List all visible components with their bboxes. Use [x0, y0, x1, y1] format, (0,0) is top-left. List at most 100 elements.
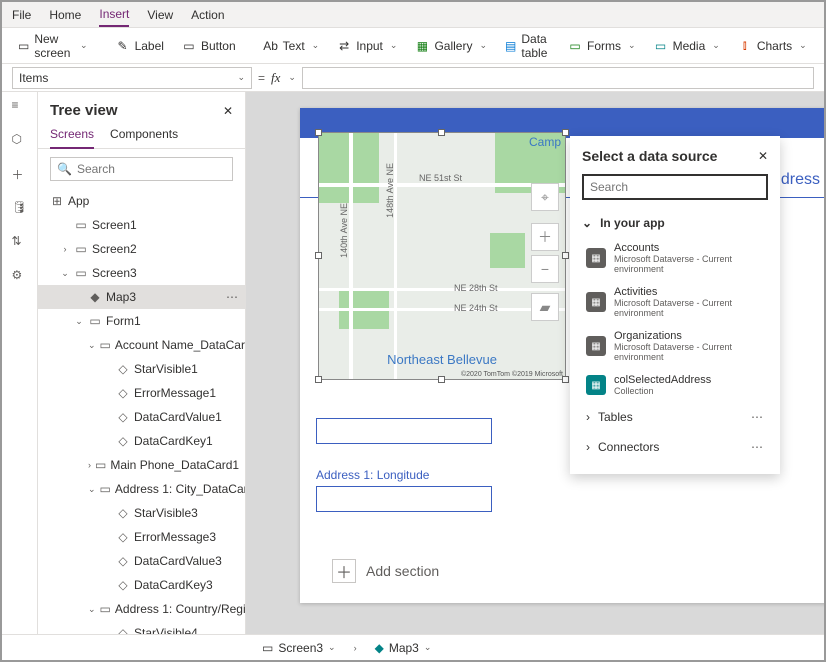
map-zoom-out[interactable]: −: [531, 255, 559, 283]
tree-node[interactable]: ›▭Screen2: [38, 237, 245, 261]
tree-node[interactable]: ◇DataCardValue1: [38, 405, 245, 429]
insert-icon[interactable]: ＋: [12, 166, 28, 182]
chevron-down-icon: ⌄: [424, 642, 432, 653]
menu-action[interactable]: Action: [191, 8, 224, 22]
tree-node[interactable]: ›▭Main Phone_DataCard1: [38, 453, 245, 477]
equals-sign: =: [258, 71, 265, 85]
tree-node-label: Account Name_DataCard1: [115, 338, 245, 352]
ds-section-in-app[interactable]: ⌄ In your app: [582, 210, 768, 236]
tree-node[interactable]: ⌄▭Account Name_DataCard1: [38, 333, 245, 357]
ds-search-input[interactable]: [590, 180, 760, 194]
tab-screens[interactable]: Screens: [50, 127, 94, 149]
twisty-icon[interactable]: ⌄: [88, 340, 96, 351]
text-icon: Ab: [264, 39, 278, 53]
media-button[interactable]: ▭ Media⌄: [648, 35, 726, 57]
tab-components[interactable]: Components: [110, 127, 178, 148]
twisty-icon[interactable]: ⌄: [88, 484, 96, 495]
plus-icon: ＋: [332, 559, 356, 583]
ds-title: Select a data source: [582, 148, 717, 164]
menu-file[interactable]: File: [12, 8, 31, 22]
tree-node[interactable]: ⌄▭Address 1: Country/Region_DataCard: [38, 597, 245, 621]
tree-node[interactable]: ⌄▭Screen3: [38, 261, 245, 285]
media-rail-icon[interactable]: ⇅: [12, 234, 28, 250]
property-selector[interactable]: Items⌄: [12, 67, 252, 89]
map-zoom-in[interactable]: ＋: [531, 223, 559, 251]
more-icon[interactable]: ⋯: [751, 410, 764, 424]
new-screen-icon: ▭: [18, 39, 29, 53]
ds-connectors[interactable]: ›Connectors ⋯: [582, 432, 768, 462]
ds-item-title: colSelectedAddress: [614, 374, 711, 386]
ds-search[interactable]: [582, 174, 768, 200]
map-control[interactable]: NE 51st St 140th Ave NE 148th Ave NE NE …: [318, 132, 566, 380]
icons-button[interactable]: ✦ Icons: [819, 35, 826, 57]
gallery-button[interactable]: ▦ Gallery⌄: [409, 35, 493, 57]
label-button[interactable]: ✎ Label: [110, 35, 170, 57]
close-icon[interactable]: ✕: [758, 149, 768, 163]
ctrl-icon: ◇: [116, 626, 130, 634]
tree-node[interactable]: ◇DataCardKey1: [38, 429, 245, 453]
input-button[interactable]: ⇄ Input⌄: [331, 35, 403, 57]
new-screen-button[interactable]: ▭ New screen⌄: [12, 28, 94, 64]
twisty-icon[interactable]: ›: [88, 460, 91, 470]
tree-node[interactable]: ◇StarVisible3: [38, 501, 245, 525]
tree-node[interactable]: ▭Screen1: [38, 213, 245, 237]
menu-home[interactable]: Home: [49, 8, 81, 22]
tree-node[interactable]: ◇ErrorMessage1: [38, 381, 245, 405]
map-locate[interactable]: ⌖: [531, 183, 559, 211]
data-table-button[interactable]: ▤ Data table: [499, 28, 556, 64]
field-longitude: Address 1: Longitude: [316, 468, 492, 512]
more-icon[interactable]: ⋯: [226, 290, 239, 304]
tree-app[interactable]: ⊞ App: [38, 189, 245, 213]
close-tree-icon[interactable]: ✕: [223, 104, 233, 118]
text-button[interactable]: Ab Text⌄: [258, 35, 326, 57]
db-icon[interactable]: 🛢: [12, 200, 28, 216]
tree-node-label: StarVisible1: [134, 362, 198, 376]
add-section[interactable]: ＋ Add section: [332, 559, 439, 583]
data-icon[interactable]: ⬡: [12, 132, 28, 148]
tree-node[interactable]: ◇StarVisible4: [38, 621, 245, 634]
button-button[interactable]: ▭ Button: [176, 35, 242, 57]
tree-node[interactable]: ⌄▭Form1: [38, 309, 245, 333]
screen-icon: ▭: [74, 266, 88, 280]
ds-item[interactable]: ▦colSelectedAddressCollection: [582, 368, 768, 402]
field-label: Address 1: Longitude: [316, 468, 492, 482]
more-icon[interactable]: ⋯: [751, 440, 764, 454]
twisty-icon[interactable]: ⌄: [88, 604, 96, 615]
twisty-icon[interactable]: ›: [60, 244, 70, 254]
twisty-icon[interactable]: ⌄: [74, 316, 84, 327]
ds-item[interactable]: ▦AccountsMicrosoft Dataverse - Current e…: [582, 236, 768, 280]
menu-insert[interactable]: Insert: [99, 7, 129, 27]
ds-item[interactable]: ▦OrganizationsMicrosoft Dataverse - Curr…: [582, 324, 768, 368]
map-layers[interactable]: ▰: [531, 293, 559, 321]
charts-icon: ⫾: [738, 39, 752, 53]
ctrl-icon: ◇: [116, 506, 130, 520]
ds-tables[interactable]: ›Tables ⋯: [582, 402, 768, 432]
field-input[interactable]: [316, 418, 492, 444]
tree-node[interactable]: ◆Map3⋯: [38, 285, 245, 309]
settings-icon[interactable]: ⚙: [12, 268, 28, 284]
tree-search[interactable]: 🔍: [50, 157, 233, 181]
canvas[interactable]: ...dress Address 1: Longitude ＋ Add sect…: [246, 92, 824, 634]
tree-node-label: DataCardValue3: [134, 554, 222, 568]
ds-item[interactable]: ▦ActivitiesMicrosoft Dataverse - Current…: [582, 280, 768, 324]
tree-view-icon[interactable]: ≡: [12, 98, 28, 114]
ctrl-icon: ◇: [116, 554, 130, 568]
twisty-icon[interactable]: ⌄: [60, 268, 70, 279]
data-table-icon: ▤: [505, 39, 516, 53]
field-input[interactable]: [316, 486, 492, 512]
crumb-screen[interactable]: ▭ Screen3 ⌄: [262, 641, 336, 655]
tree-node[interactable]: ◇ DataCardValue3: [38, 549, 245, 573]
tree-node[interactable]: ⌄▭Address 1: City_DataCard1: [38, 477, 245, 501]
charts-button[interactable]: ⫾ Charts⌄: [732, 35, 813, 57]
tree-search-input[interactable]: [77, 162, 232, 176]
tree-node[interactable]: ◇StarVisible1: [38, 357, 245, 381]
formula-bar: Items⌄ = fx⌄: [2, 64, 824, 92]
formula-input[interactable]: [302, 67, 814, 89]
forms-button[interactable]: ▭ Forms⌄: [562, 35, 642, 57]
tree-node[interactable]: ◇ErrorMessage3: [38, 525, 245, 549]
field-under-map: [316, 418, 492, 444]
crumb-map[interactable]: ◆ Map3 ⌄: [375, 641, 432, 655]
tree-node[interactable]: ◇DataCardKey3: [38, 573, 245, 597]
menu-view[interactable]: View: [147, 8, 173, 22]
fx-label: fx: [271, 70, 280, 86]
